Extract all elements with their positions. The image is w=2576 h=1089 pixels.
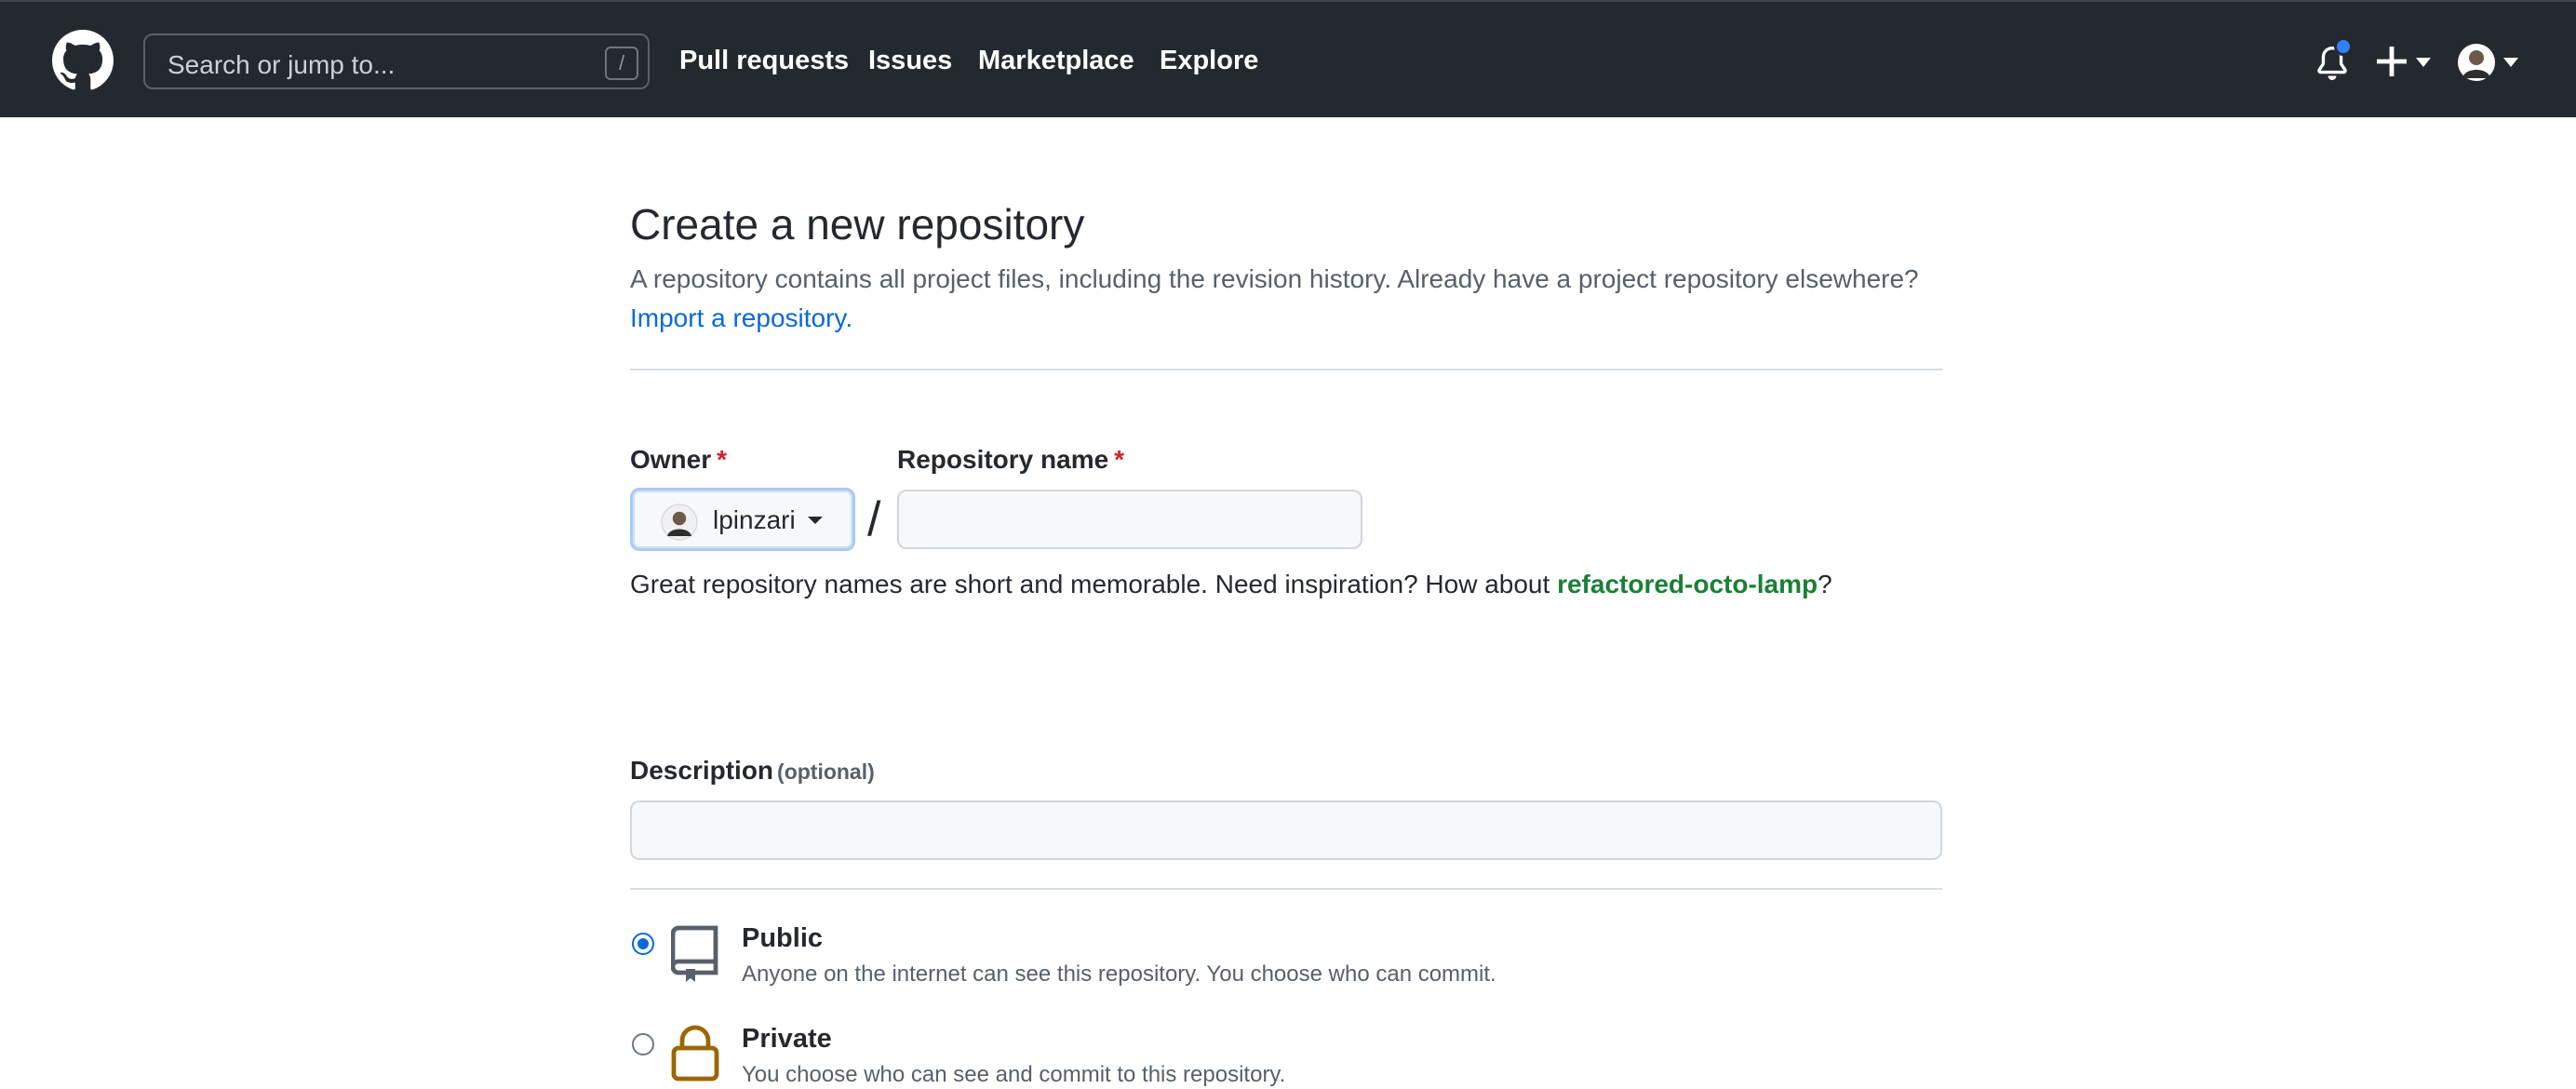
suggested-name-link[interactable]: refactored-octo-lamp — [1557, 570, 1818, 598]
private-description: You choose who can see and commit to thi… — [742, 1062, 1286, 1087]
public-radio[interactable] — [632, 933, 654, 955]
owner-label: Owner * — [630, 445, 728, 474]
create-new-dropdown-icon[interactable] — [2377, 45, 2433, 78]
required-mark: * — [1114, 445, 1125, 474]
import-repository-link[interactable]: Import a repository. — [630, 302, 852, 335]
search-shortcut-key: / — [605, 47, 638, 80]
nav-marketplace[interactable]: Marketplace — [978, 45, 1134, 76]
nav-issues[interactable]: Issues — [868, 45, 952, 76]
global-header: Search or jump to... / Pull requests Iss… — [0, 0, 2576, 117]
public-title: Public — [742, 923, 824, 953]
chevron-down-icon — [808, 517, 823, 524]
repository-name-hint: Great repository names are short and mem… — [630, 570, 1832, 598]
optional-tag: (optional) — [777, 760, 875, 784]
repository-name-input[interactable] — [897, 490, 1362, 549]
divider — [630, 888, 1942, 890]
repository-name-label: Repository name * — [897, 445, 1125, 474]
github-logo-icon[interactable] — [52, 30, 114, 91]
nav-pull-requests[interactable]: Pull requests — [679, 45, 849, 76]
owner-name: lpinzari — [713, 505, 796, 534]
user-avatar-dropdown[interactable] — [2457, 43, 2520, 82]
description-label: Description (optional) — [630, 756, 875, 785]
nav-explore[interactable]: Explore — [1160, 45, 1258, 76]
page-subtitle: A repository contains all project files,… — [630, 264, 1919, 293]
search-placeholder: Search or jump to... — [168, 50, 396, 79]
description-input[interactable] — [630, 800, 1942, 860]
owner-repo-separator: / — [867, 492, 881, 546]
owner-select-button[interactable]: lpinzari — [630, 488, 855, 551]
lock-icon — [671, 1025, 719, 1082]
notification-indicator — [2334, 37, 2353, 56]
search-input[interactable]: Search or jump to... / — [143, 34, 650, 89]
owner-avatar — [661, 504, 698, 541]
public-description: Anyone on the internet can see this repo… — [742, 961, 1496, 987]
private-title: Private — [742, 1024, 832, 1054]
private-radio[interactable] — [632, 1033, 654, 1055]
required-mark: * — [717, 445, 728, 474]
repo-icon — [671, 925, 718, 982]
divider — [630, 369, 1942, 370]
page-title: Create a new repository — [630, 200, 1085, 249]
